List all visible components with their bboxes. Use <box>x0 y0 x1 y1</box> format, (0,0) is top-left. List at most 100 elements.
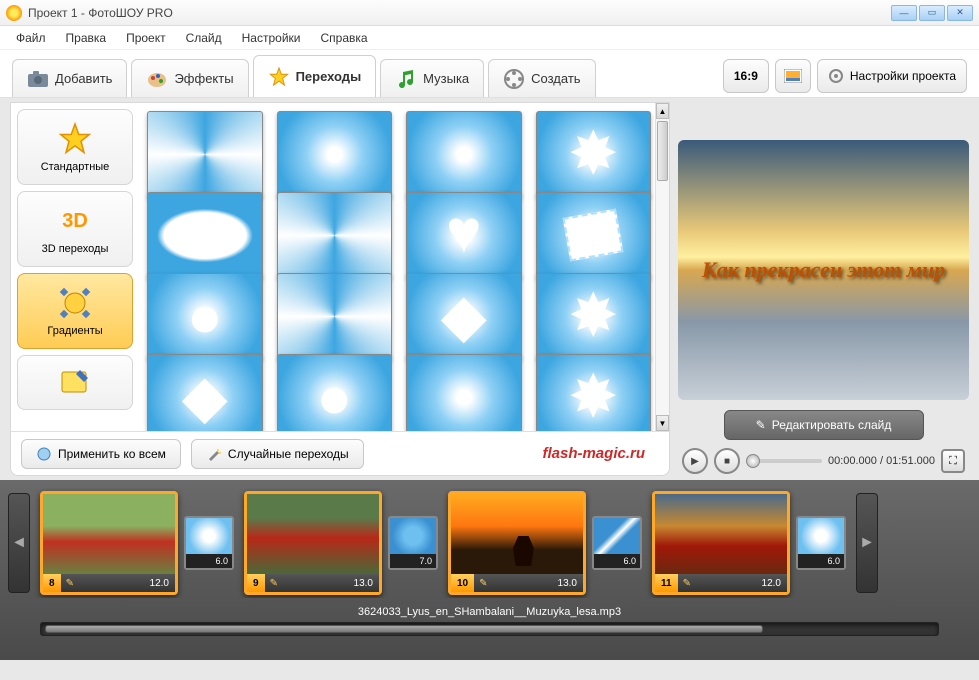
category-other[interactable] <box>17 355 133 410</box>
slide-number: 9 <box>247 574 265 592</box>
scroll-down-button[interactable]: ▼ <box>656 415 669 431</box>
timeline-slide[interactable]: 11✎12.0 <box>652 491 790 595</box>
transition-thumb[interactable] <box>277 192 393 279</box>
timeline-transition[interactable]: 7.0 <box>388 516 438 570</box>
watermark-text: flash-magic.ru <box>374 445 659 462</box>
edit-slide-label: Редактировать слайд <box>772 418 892 432</box>
slide-thumbnail <box>655 494 787 574</box>
preview-slide-text: Как прекрасен этот мир <box>702 257 945 283</box>
category-standard[interactable]: Стандартные <box>17 109 133 185</box>
minimize-button[interactable]: — <box>891 5 917 21</box>
tab-effects[interactable]: Эффекты <box>131 59 248 97</box>
transition-duration: 6.0 <box>186 554 232 568</box>
category-3d-label: 3D переходы <box>42 243 109 255</box>
transition-grid <box>139 103 655 431</box>
transition-thumbnail <box>390 518 436 554</box>
title-bar: Проект 1 - ФотоШОУ PRO — ▭ ✕ <box>0 0 979 26</box>
display-mode-button[interactable] <box>775 59 811 93</box>
category-3d[interactable]: 3D 3D переходы <box>17 191 133 267</box>
transition-thumb[interactable] <box>536 273 652 360</box>
slide-number: 8 <box>43 574 61 592</box>
timeline-transition[interactable]: 6.0 <box>592 516 642 570</box>
edit-slide-icon[interactable]: ✎ <box>678 578 696 589</box>
timeline-slide[interactable]: 8✎12.0 <box>40 491 178 595</box>
apply-all-button[interactable]: Применить ко всем <box>21 439 181 469</box>
tab-transitions[interactable]: Переходы <box>253 55 377 97</box>
menu-settings[interactable]: Настройки <box>234 28 309 48</box>
scroll-up-button[interactable]: ▲ <box>656 103 669 119</box>
tab-create[interactable]: Создать <box>488 59 595 97</box>
close-button[interactable]: ✕ <box>947 5 973 21</box>
timeline-scroll-thumb[interactable] <box>45 625 763 633</box>
seek-handle[interactable] <box>746 454 760 468</box>
menu-project[interactable]: Проект <box>118 28 174 48</box>
slide-thumbnail <box>451 494 583 574</box>
camera-icon <box>27 68 49 90</box>
tab-music[interactable]: Музыка <box>380 59 484 97</box>
timeline-slide[interactable]: 10✎13.0 <box>448 491 586 595</box>
timeline: ◄ 8✎12.0 6.0 9✎13.0 7.0 <box>0 480 979 660</box>
transition-thumb[interactable] <box>406 111 522 198</box>
edit-slide-button[interactable]: ✎ Редактировать слайд <box>724 410 924 440</box>
slide-duration: 13.0 <box>283 578 379 589</box>
audio-track-label[interactable]: 3624033_Lyus_en_SHambalani__Muzuyka_lesa… <box>0 598 979 622</box>
pencil-icon: ✎ <box>756 418 766 432</box>
project-settings-label: Настройки проекта <box>850 69 956 83</box>
edit-slide-icon[interactable]: ✎ <box>61 578 79 589</box>
timeline-slide[interactable]: 9✎13.0 <box>244 491 382 595</box>
transition-thumb[interactable] <box>536 192 652 279</box>
apply-all-label: Применить ко всем <box>58 447 166 461</box>
category-gradients[interactable]: Градиенты <box>17 273 133 349</box>
grid-scrollbar[interactable]: ▲ ▼ <box>655 103 669 431</box>
play-button[interactable]: ▶ <box>682 448 708 474</box>
tab-create-label: Создать <box>531 71 580 86</box>
random-transitions-button[interactable]: Случайные переходы <box>191 439 364 469</box>
menu-edit[interactable]: Правка <box>58 28 115 48</box>
transition-thumb[interactable] <box>406 192 522 279</box>
timeline-next-button[interactable]: ► <box>856 493 878 593</box>
preview-viewport: Как прекрасен этот мир <box>678 140 969 400</box>
seek-bar[interactable] <box>746 459 822 463</box>
timeline-prev-button[interactable]: ◄ <box>8 493 30 593</box>
project-settings-button[interactable]: Настройки проекта <box>817 59 967 93</box>
transition-thumbnail <box>186 518 232 554</box>
aspect-ratio-button[interactable]: 16:9 <box>723 59 769 93</box>
transition-thumb[interactable] <box>277 273 393 360</box>
timeline-transition[interactable]: 6.0 <box>796 516 846 570</box>
transition-thumb[interactable] <box>147 111 263 198</box>
transition-thumb[interactable] <box>536 111 652 198</box>
timeline-transition[interactable]: 6.0 <box>184 516 234 570</box>
stop-button[interactable]: ■ <box>714 448 740 474</box>
globe-icon <box>36 446 52 462</box>
edit-slide-icon[interactable]: ✎ <box>265 578 283 589</box>
note-icon <box>57 365 93 401</box>
transition-duration: 7.0 <box>390 554 436 568</box>
transition-thumb[interactable] <box>147 354 263 431</box>
transition-thumb[interactable] <box>536 354 652 431</box>
tab-row: Добавить Эффекты Переходы Музыка Создать… <box>0 50 979 98</box>
transition-thumb[interactable] <box>406 354 522 431</box>
transition-thumb[interactable] <box>277 354 393 431</box>
edit-slide-icon[interactable]: ✎ <box>474 578 492 589</box>
wand-icon <box>206 446 222 462</box>
maximize-button[interactable]: ▭ <box>919 5 945 21</box>
gear-icon <box>828 68 844 84</box>
menu-bar: Файл Правка Проект Слайд Настройки Справ… <box>0 26 979 50</box>
transition-thumb[interactable] <box>147 192 263 279</box>
transition-thumb[interactable] <box>147 273 263 360</box>
slide-number: 11 <box>655 574 678 592</box>
menu-file[interactable]: Файл <box>8 28 54 48</box>
scroll-thumb[interactable] <box>657 121 668 181</box>
reel-icon <box>503 68 525 90</box>
menu-slide[interactable]: Слайд <box>178 28 230 48</box>
transition-duration: 6.0 <box>798 554 844 568</box>
palette-icon <box>146 68 168 90</box>
time-total: 01:51.000 <box>886 455 935 467</box>
time-current: 00:00.000 <box>828 455 877 467</box>
tab-add[interactable]: Добавить <box>12 59 127 97</box>
transition-thumb[interactable] <box>277 111 393 198</box>
timeline-scrollbar[interactable] <box>40 622 939 636</box>
menu-help[interactable]: Справка <box>312 28 375 48</box>
fullscreen-button[interactable]: ⛶ <box>941 449 965 473</box>
transition-thumb[interactable] <box>406 273 522 360</box>
